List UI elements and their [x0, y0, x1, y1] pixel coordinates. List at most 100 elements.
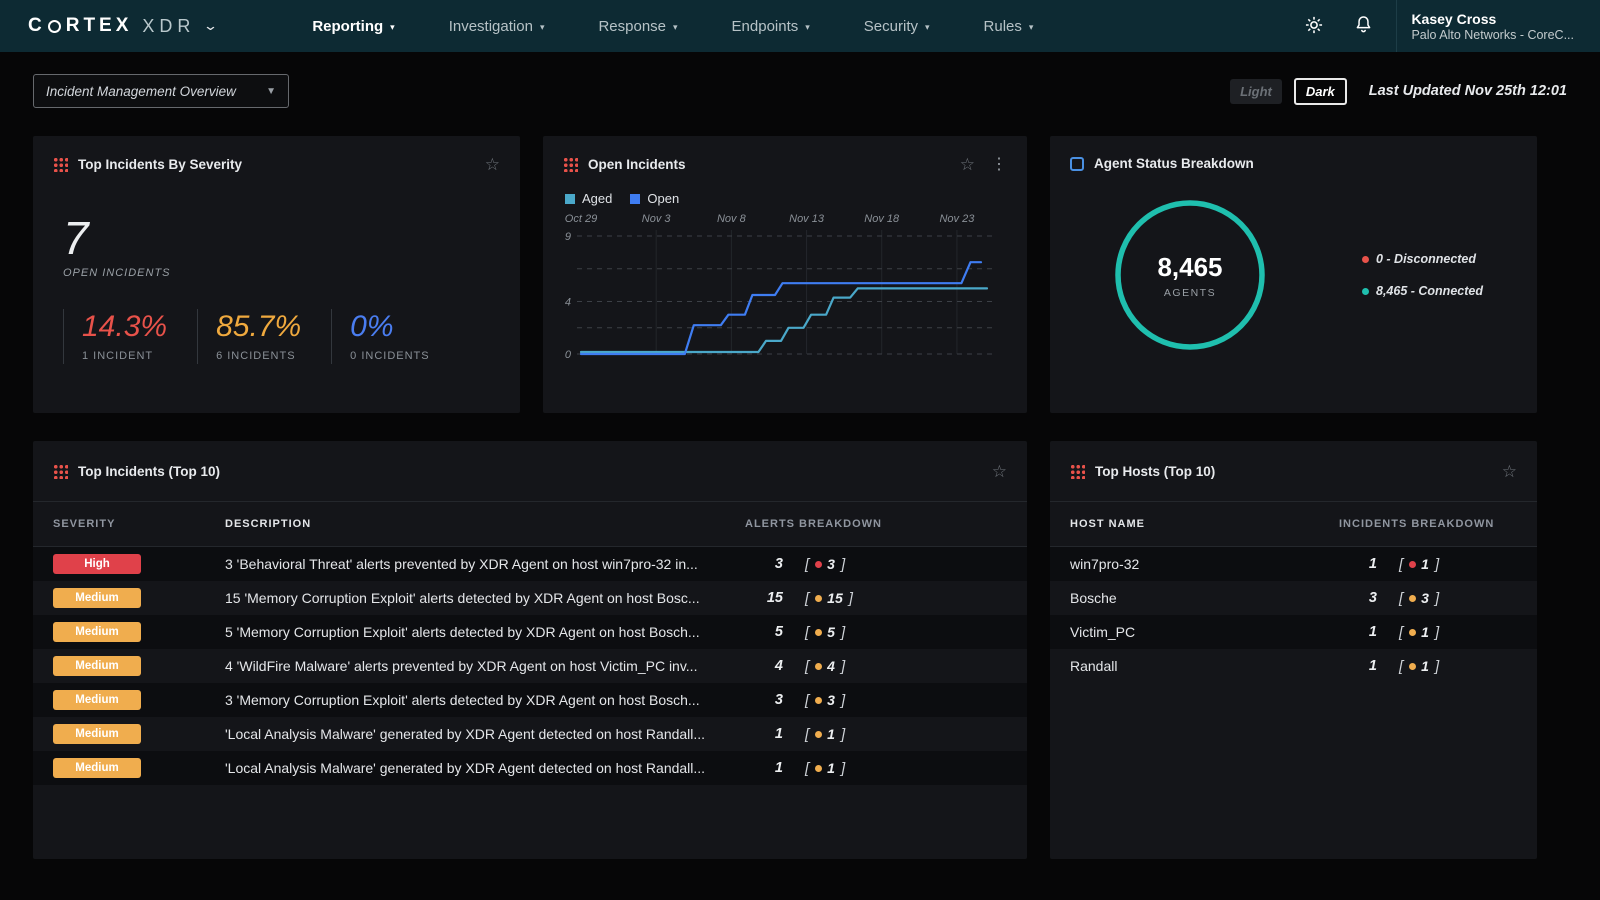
column-header-severity: SEVERITY: [53, 518, 225, 530]
nav-item-rules[interactable]: Rules ▾: [984, 18, 1034, 35]
severity-dot: [815, 731, 822, 738]
open-incidents-total: 7 OPEN INCIDENTS: [63, 215, 520, 279]
dashboard-grid: Top Incidents By Severity ☆ 7 OPEN INCID…: [33, 136, 1600, 859]
stat-label: 0 INCIDENTS: [350, 350, 429, 362]
severity-dot: [815, 629, 822, 636]
favorite-star-icon[interactable]: ☆: [1502, 463, 1517, 480]
favorite-star-icon[interactable]: ☆: [960, 156, 975, 173]
stat-percent: 0%: [350, 311, 429, 343]
nav-item-endpoints[interactable]: Endpoints ▾: [732, 18, 810, 35]
alerts-breakdown: 3 [ 3 ]: [745, 556, 1007, 573]
severity-dot: [815, 595, 822, 602]
alerts-breakdown: 15 [ 15 ]: [745, 590, 1007, 607]
legend-item: 0 - Disconnected: [1362, 252, 1483, 266]
nav-divider: [1396, 0, 1397, 52]
user-menu[interactable]: Kasey Cross Palo Alto Networks - CoreC..…: [1411, 11, 1600, 42]
legend-label: 0 - Disconnected: [1376, 252, 1476, 266]
theme-dark-button[interactable]: Dark: [1294, 78, 1347, 105]
favorite-star-icon[interactable]: ☆: [992, 463, 1007, 480]
host-row[interactable]: Bosche 3 [ 3 ]: [1050, 581, 1537, 615]
brand-logo[interactable]: C RTEX XDR ⌄: [28, 15, 216, 37]
chevron-down-icon: ▾: [540, 20, 545, 33]
nav-item-response[interactable]: Response ▾: [598, 18, 677, 35]
chevron-down-icon[interactable]: ⌄: [203, 18, 218, 34]
incident-row[interactable]: Medium 'Local Analysis Malware' generate…: [33, 751, 1027, 785]
favorite-star-icon[interactable]: ☆: [485, 156, 500, 173]
widget-dots-icon: [53, 157, 68, 172]
nav-item-investigation[interactable]: Investigation ▾: [449, 18, 545, 35]
host-name: win7pro-32: [1070, 556, 1339, 572]
severity-badge: High: [53, 554, 141, 574]
widget-square-icon: [1070, 157, 1084, 171]
incident-row[interactable]: Medium 3 'Memory Corruption Exploit' ale…: [33, 683, 1027, 717]
nav-item-label: Endpoints: [732, 18, 799, 35]
severity-badge: Medium: [53, 724, 141, 744]
card-top-hosts-table: Top Hosts (Top 10) ☆ HOST NAME INCIDENTS…: [1050, 441, 1537, 859]
dashboard-toolbar: Incident Management Overview ▼ Light Dar…: [33, 74, 1567, 108]
severity-dot: [1409, 595, 1416, 602]
column-header-alerts-breakdown: ALERTS BREAKDOWN: [745, 518, 1007, 530]
card-agent-status-breakdown: Agent Status Breakdown 8,465 AGENTS 0 - …: [1050, 136, 1537, 413]
alerts-breakdown: 3 [ 3 ]: [745, 692, 1007, 709]
brand-text: RTEX: [66, 15, 133, 37]
legend-swatch: [630, 194, 640, 204]
incident-row[interactable]: Medium 'Local Analysis Malware' generate…: [33, 717, 1027, 751]
host-row[interactable]: win7pro-32 1 [ 1 ]: [1050, 547, 1537, 581]
notifications-button[interactable]: [1339, 6, 1388, 46]
alert-count: 4: [745, 658, 783, 674]
total-label: OPEN INCIDENTS: [63, 267, 520, 279]
nav-item-label: Reporting: [312, 18, 383, 35]
severity-dot: [815, 663, 822, 670]
stat-percent: 85.7%: [216, 311, 301, 343]
host-name: Victim_PC: [1070, 624, 1339, 640]
total-number: 7: [63, 215, 520, 261]
incident-count: 1: [1339, 624, 1377, 640]
host-row[interactable]: Victim_PC 1 [ 1 ]: [1050, 615, 1537, 649]
chevron-down-icon: ▾: [390, 20, 395, 33]
incident-description: 5 'Memory Corruption Exploit' alerts det…: [225, 624, 745, 640]
severity-dot: [815, 697, 822, 704]
svg-text:9: 9: [565, 231, 571, 243]
nav-item-label: Investigation: [449, 18, 533, 35]
incident-description: 'Local Analysis Malware' generated by XD…: [225, 760, 745, 776]
user-name: Kasey Cross: [1411, 11, 1574, 27]
brand-text: C: [28, 15, 46, 37]
incidents-breakdown: 1 [ 1 ]: [1339, 658, 1517, 675]
card-title: Top Incidents By Severity: [78, 157, 242, 172]
agents-total: 8,465: [1157, 252, 1222, 283]
incident-row[interactable]: Medium 15 'Memory Corruption Exploit' al…: [33, 581, 1027, 615]
nav-right: Kasey Cross Palo Alto Networks - CoreC..…: [1289, 0, 1600, 52]
chevron-down-icon: ▾: [805, 20, 810, 33]
incident-count: 3: [1339, 590, 1377, 606]
incident-row[interactable]: Medium 5 'Memory Corruption Exploit' ale…: [33, 615, 1027, 649]
alert-count: 15: [745, 590, 783, 606]
card-title: Top Incidents (Top 10): [78, 464, 220, 479]
severity-badge: Medium: [53, 758, 141, 778]
incident-description: 4 'WildFire Malware' alerts prevented by…: [225, 658, 745, 674]
card-title: Open Incidents: [588, 157, 686, 172]
alerts-breakdown: 1 [ 1 ]: [745, 726, 1007, 743]
svg-text:Nov 8: Nov 8: [717, 213, 747, 225]
incidents-table-header: SEVERITY DESCRIPTION ALERTS BREAKDOWN: [33, 501, 1027, 547]
kebab-menu-icon[interactable]: ⋮: [985, 157, 1007, 173]
alert-count: 1: [745, 726, 783, 742]
hosts-table-rows: win7pro-32 1 [ 1 ] Bosche 3 [ 3 ] Victim…: [1050, 547, 1537, 683]
alert-count: 3: [745, 692, 783, 708]
legend-label: Open: [647, 191, 679, 206]
severity-badge: Medium: [53, 656, 141, 676]
theme-light-button[interactable]: Light: [1230, 79, 1282, 104]
bell-icon: [1353, 14, 1374, 38]
nav-items: Reporting ▾ Investigation ▾ Response ▾ E…: [312, 18, 1033, 35]
gear-icon: [1303, 14, 1325, 39]
svg-text:Nov 3: Nov 3: [642, 213, 672, 225]
incident-row[interactable]: Medium 4 'WildFire Malware' alerts preve…: [33, 649, 1027, 683]
toolbar-right: Light Dark Last Updated Nov 25th 12:01: [1230, 78, 1567, 105]
host-name: Bosche: [1070, 590, 1339, 606]
nav-item-reporting[interactable]: Reporting ▾: [312, 18, 394, 35]
incident-row[interactable]: High 3 'Behavioral Threat' alerts preven…: [33, 547, 1027, 581]
dashboard-select[interactable]: Incident Management Overview ▼: [33, 74, 289, 108]
settings-button[interactable]: [1289, 6, 1339, 47]
column-header-description: DESCRIPTION: [225, 518, 745, 530]
nav-item-security[interactable]: Security ▾: [864, 18, 930, 35]
host-row[interactable]: Randall 1 [ 1 ]: [1050, 649, 1537, 683]
